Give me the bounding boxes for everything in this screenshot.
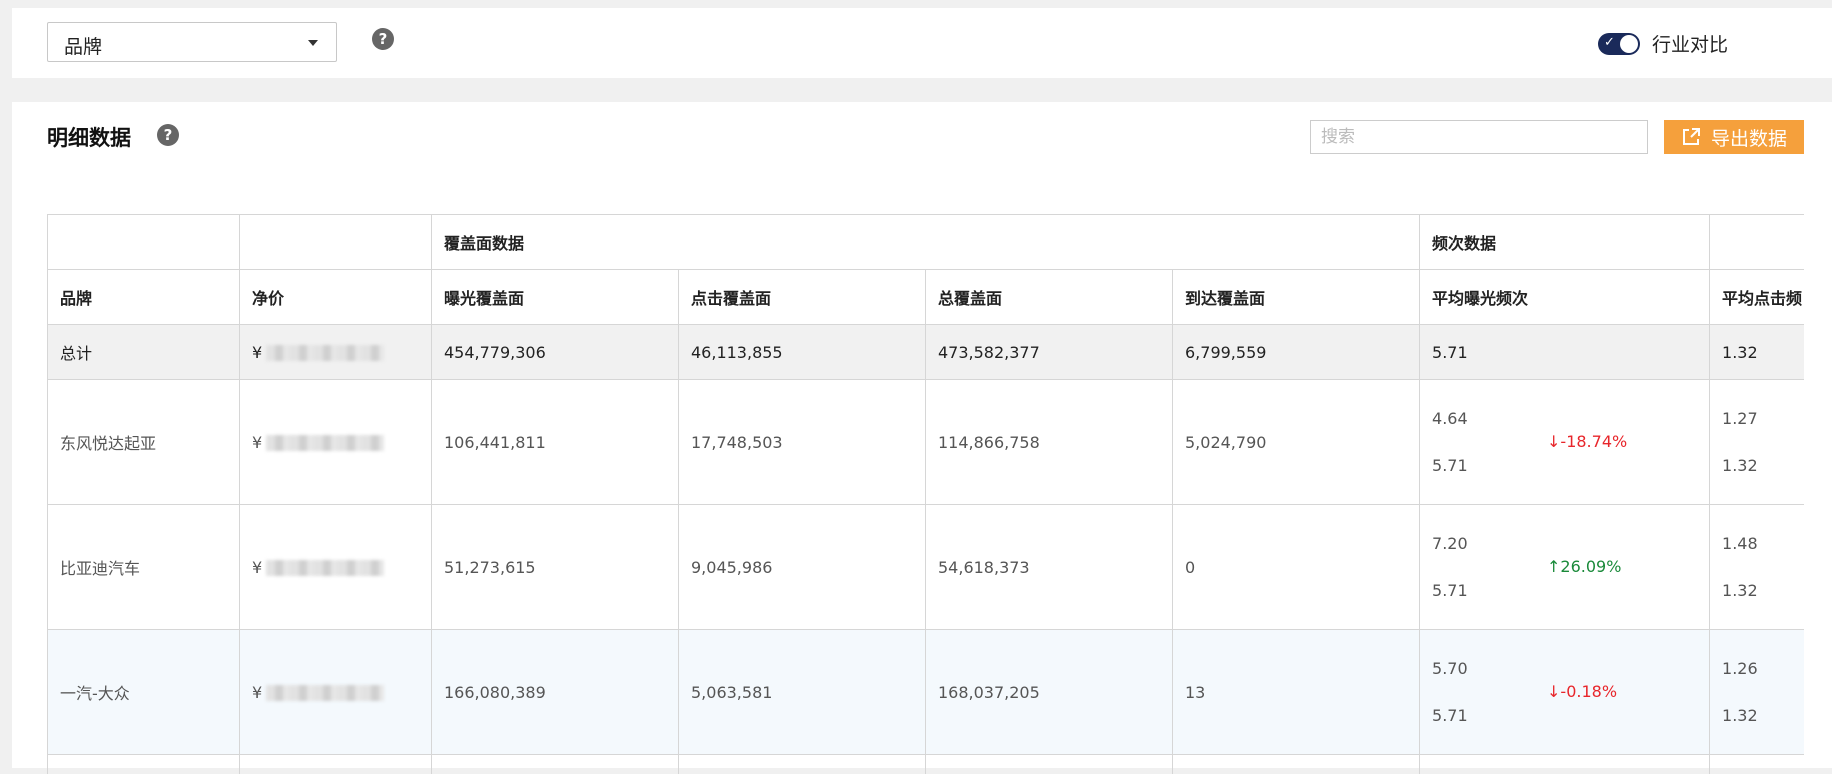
avg-click-cell: 1.48 1.32 xyxy=(1710,505,1804,630)
detail-table-wrapper[interactable]: 覆盖面数据 频次数据 品牌 净价 曝光覆盖面 点击覆盖面 总覆盖面 到达覆盖面 … xyxy=(47,214,1804,774)
table-row xyxy=(48,755,1805,774)
avg-click-cell: 1.32 xyxy=(1710,325,1804,380)
column-header[interactable]: 曝光覆盖面 xyxy=(432,270,679,325)
price-cell: ¥ xyxy=(240,630,432,755)
exposure-cell: 106,441,811 xyxy=(432,380,679,505)
total-cell: 114,866,758 xyxy=(926,380,1173,505)
group-header-row: 覆盖面数据 频次数据 xyxy=(48,215,1805,270)
group-header-coverage: 覆盖面数据 xyxy=(432,215,1420,270)
brand-cell: 一汽-大众 xyxy=(48,630,240,755)
redacted-price xyxy=(266,345,384,361)
group-header-frequency: 频次数据 xyxy=(1420,215,1710,270)
avg-exposure-value: 4.64 xyxy=(1432,409,1468,428)
export-data-label: 导出数据 xyxy=(1711,124,1787,151)
reach-cell: 5,024,790 xyxy=(1173,380,1420,505)
price-cell: ¥ xyxy=(240,380,432,505)
exposure-cell: 51,273,615 xyxy=(432,505,679,630)
export-data-button[interactable]: 导出数据 xyxy=(1664,120,1804,154)
industry-avg-value: 5.71 xyxy=(1432,456,1468,475)
search-input[interactable] xyxy=(1310,120,1648,154)
external-link-icon xyxy=(1681,127,1701,147)
brand-cell: 总计 xyxy=(48,325,240,380)
brand-cell: 比亚迪汽车 xyxy=(48,505,240,630)
group-header-cell xyxy=(48,215,240,270)
exposure-cell: 454,779,306 xyxy=(432,325,679,380)
reach-cell: 13 xyxy=(1173,630,1420,755)
group-header-cell xyxy=(240,215,432,270)
avg-exposure-cell: 7.20 ↑26.09% 5.71 xyxy=(1420,505,1710,630)
total-row: 总计 ¥ 454,779,306 46,113,855 473,582,377 … xyxy=(48,325,1805,380)
avg-click-value: 1.48 xyxy=(1722,534,1758,553)
click-cell: 5,063,581 xyxy=(679,630,926,755)
click-cell: 46,113,855 xyxy=(679,325,926,380)
filter-bar: 品牌 ? ✓ 行业对比 xyxy=(12,8,1832,78)
price-cell: ¥ xyxy=(240,325,432,380)
detail-table: 覆盖面数据 频次数据 品牌 净价 曝光覆盖面 点击覆盖面 总覆盖面 到达覆盖面 … xyxy=(47,214,1804,774)
column-header[interactable]: 总覆盖面 xyxy=(926,270,1173,325)
industry-avg-value: 1.32 xyxy=(1722,456,1758,475)
industry-compare-label: 行业对比 xyxy=(1652,30,1728,57)
redacted-price xyxy=(266,685,384,701)
currency-symbol: ¥ xyxy=(252,558,262,577)
brand-cell: 东风悦达起亚 xyxy=(48,380,240,505)
change-badge: ↑26.09% xyxy=(1547,557,1621,576)
table-row: 一汽-大众 ¥ 166,080,389 5,063,581 168,037,20… xyxy=(48,630,1805,755)
currency-symbol: ¥ xyxy=(252,683,262,702)
total-cell: 54,618,373 xyxy=(926,505,1173,630)
caret-down-icon xyxy=(308,40,318,46)
industry-compare-toggle-group: ✓ 行业对比 xyxy=(1598,30,1728,57)
currency-symbol: ¥ xyxy=(252,343,262,362)
industry-avg-value: 5.71 xyxy=(1432,706,1468,725)
avg-exposure-cell: 5.70 ↓-0.18% 5.71 xyxy=(1420,630,1710,755)
avg-click-cell: 1.26 1.32 xyxy=(1710,630,1804,755)
change-badge: ↓-0.18% xyxy=(1547,682,1617,701)
column-header[interactable]: 品牌 xyxy=(48,270,240,325)
avg-exposure-value: 7.20 xyxy=(1432,534,1468,553)
question-circle-icon[interactable]: ? xyxy=(157,124,179,146)
column-header[interactable]: 点击覆盖面 xyxy=(679,270,926,325)
column-header[interactable]: 到达覆盖面 xyxy=(1173,270,1420,325)
avg-exposure-cell: 5.71 xyxy=(1420,325,1710,380)
industry-avg-value: 1.32 xyxy=(1722,581,1758,600)
avg-exposure-cell: 4.64 ↓-18.74% 5.71 xyxy=(1420,380,1710,505)
table-row: 比亚迪汽车 ¥ 51,273,615 9,045,986 54,618,373 … xyxy=(48,505,1805,630)
exposure-cell: 166,080,389 xyxy=(432,630,679,755)
reach-cell: 0 xyxy=(1173,505,1420,630)
column-header[interactable]: 平均点击频 xyxy=(1710,270,1804,325)
avg-click-cell: 1.27 1.32 xyxy=(1710,380,1804,505)
question-circle-icon[interactable]: ? xyxy=(372,28,394,50)
total-cell: 168,037,205 xyxy=(926,630,1173,755)
price-cell: ¥ xyxy=(240,505,432,630)
avg-click-value: 1.27 xyxy=(1722,409,1758,428)
total-cell: 473,582,377 xyxy=(926,325,1173,380)
avg-click-value: 1.26 xyxy=(1722,659,1758,678)
detail-data-panel: 明细数据 ? 导出数据 覆盖面数据 频次数据 xyxy=(12,102,1832,768)
column-header[interactable]: 平均曝光频次 xyxy=(1420,270,1710,325)
page-title: 明细数据 xyxy=(47,122,131,152)
dimension-select[interactable]: 品牌 xyxy=(47,22,337,62)
group-header-cell xyxy=(1710,215,1804,270)
column-header-row: 品牌 净价 曝光覆盖面 点击覆盖面 总覆盖面 到达覆盖面 平均曝光频次 平均点击… xyxy=(48,270,1805,325)
toggle-knob xyxy=(1620,35,1638,53)
table-row: 东风悦达起亚 ¥ 106,441,811 17,748,503 114,866,… xyxy=(48,380,1805,505)
industry-avg-value: 5.71 xyxy=(1432,581,1468,600)
dimension-select-value: 品牌 xyxy=(64,32,102,59)
avg-exposure-value: 5.70 xyxy=(1432,659,1468,678)
redacted-price xyxy=(266,560,384,576)
check-icon: ✓ xyxy=(1604,35,1615,50)
column-header[interactable]: 净价 xyxy=(240,270,432,325)
industry-avg-value: 1.32 xyxy=(1722,706,1758,725)
click-cell: 17,748,503 xyxy=(679,380,926,505)
change-badge: ↓-18.74% xyxy=(1547,432,1627,451)
currency-symbol: ¥ xyxy=(252,433,262,452)
redacted-price xyxy=(266,435,384,451)
reach-cell: 6,799,559 xyxy=(1173,325,1420,380)
industry-compare-toggle[interactable]: ✓ xyxy=(1598,33,1640,55)
click-cell: 9,045,986 xyxy=(679,505,926,630)
